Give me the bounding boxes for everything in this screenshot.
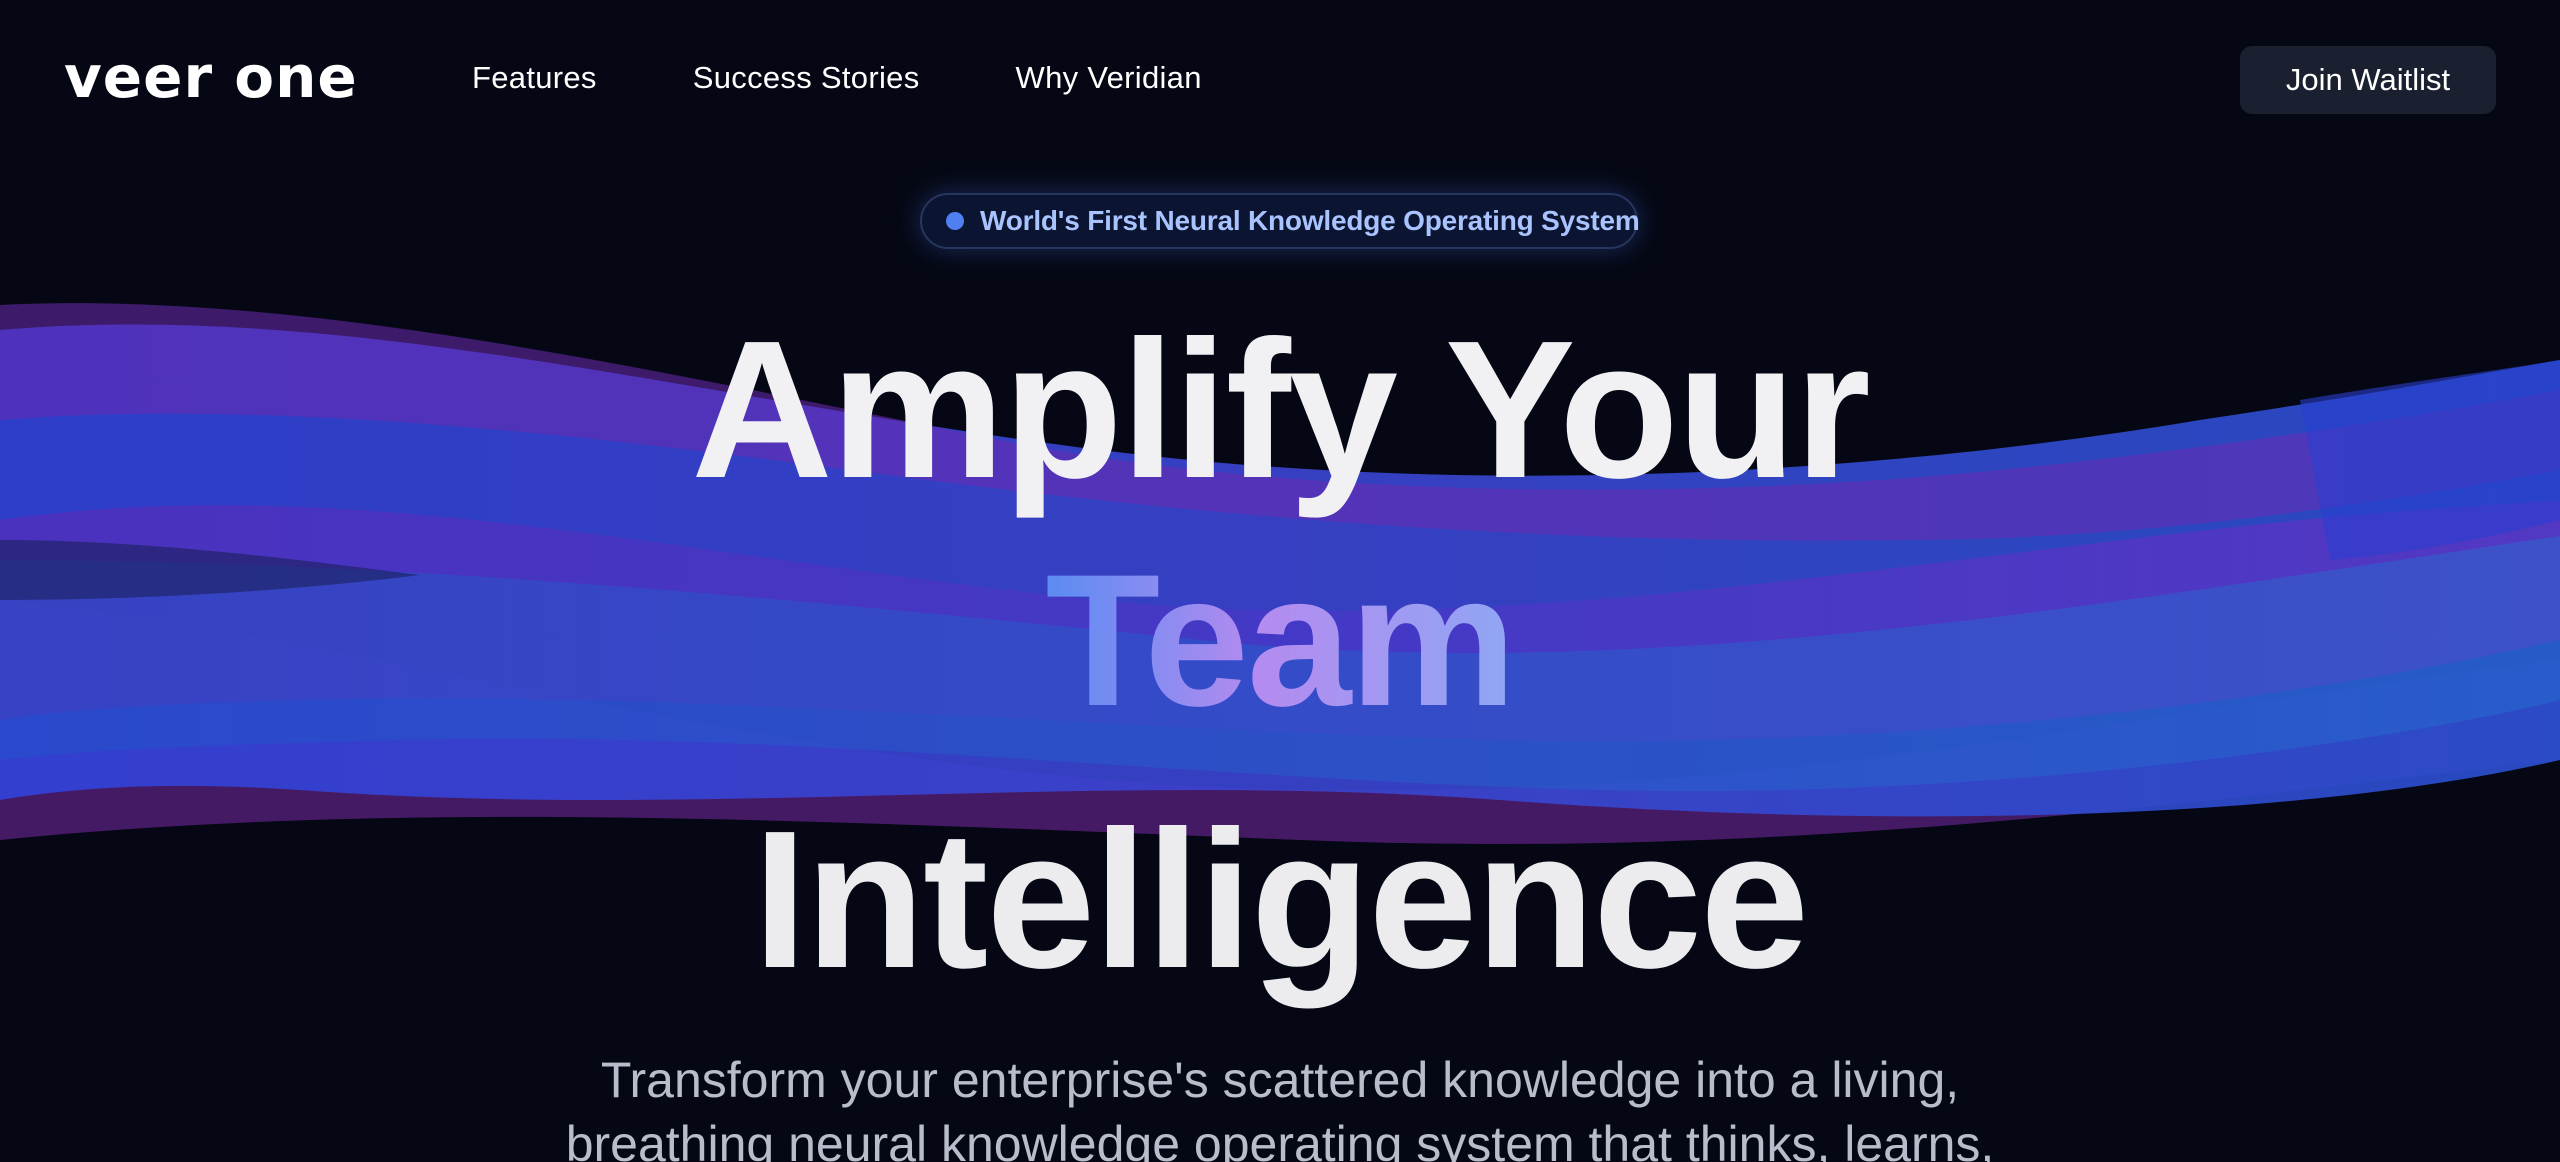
nav-link-why-veridian[interactable]: Why Veridian — [1016, 56, 1202, 100]
landing-page: veer one Features Success Stories Why Ve… — [0, 0, 2560, 1162]
brand-logo[interactable]: veer one — [64, 42, 358, 112]
badge-text: World's First Neural Knowledge Operating… — [980, 205, 1640, 236]
hero-headline-line3: Intelligence — [752, 790, 1809, 1009]
hero-subtitle: Transform your enterprise's scattered kn… — [330, 1048, 2230, 1162]
nav-link-features[interactable]: Features — [472, 56, 597, 100]
hero-headline-line1: Amplify Your — [691, 300, 1871, 519]
hero-headline-line2: Team — [0, 540, 2560, 740]
hero-subtitle-line2: breathing neural knowledge operating sys… — [565, 1116, 1995, 1162]
hero-highlight-word: Team — [1045, 535, 1516, 745]
nav-link-success-stories[interactable]: Success Stories — [693, 56, 920, 100]
top-navigation: veer one Features Success Stories Why Ve… — [0, 0, 2560, 160]
announcement-badge: World's First Neural Knowledge Operating… — [920, 193, 1640, 249]
hero-subtitle-line1: Transform your enterprise's scattered kn… — [600, 1052, 1960, 1108]
join-waitlist-button[interactable]: Join Waitlist — [2240, 46, 2496, 114]
nav-links: Features Success Stories Why Veridian — [472, 56, 1202, 100]
status-dot-icon — [946, 212, 964, 230]
